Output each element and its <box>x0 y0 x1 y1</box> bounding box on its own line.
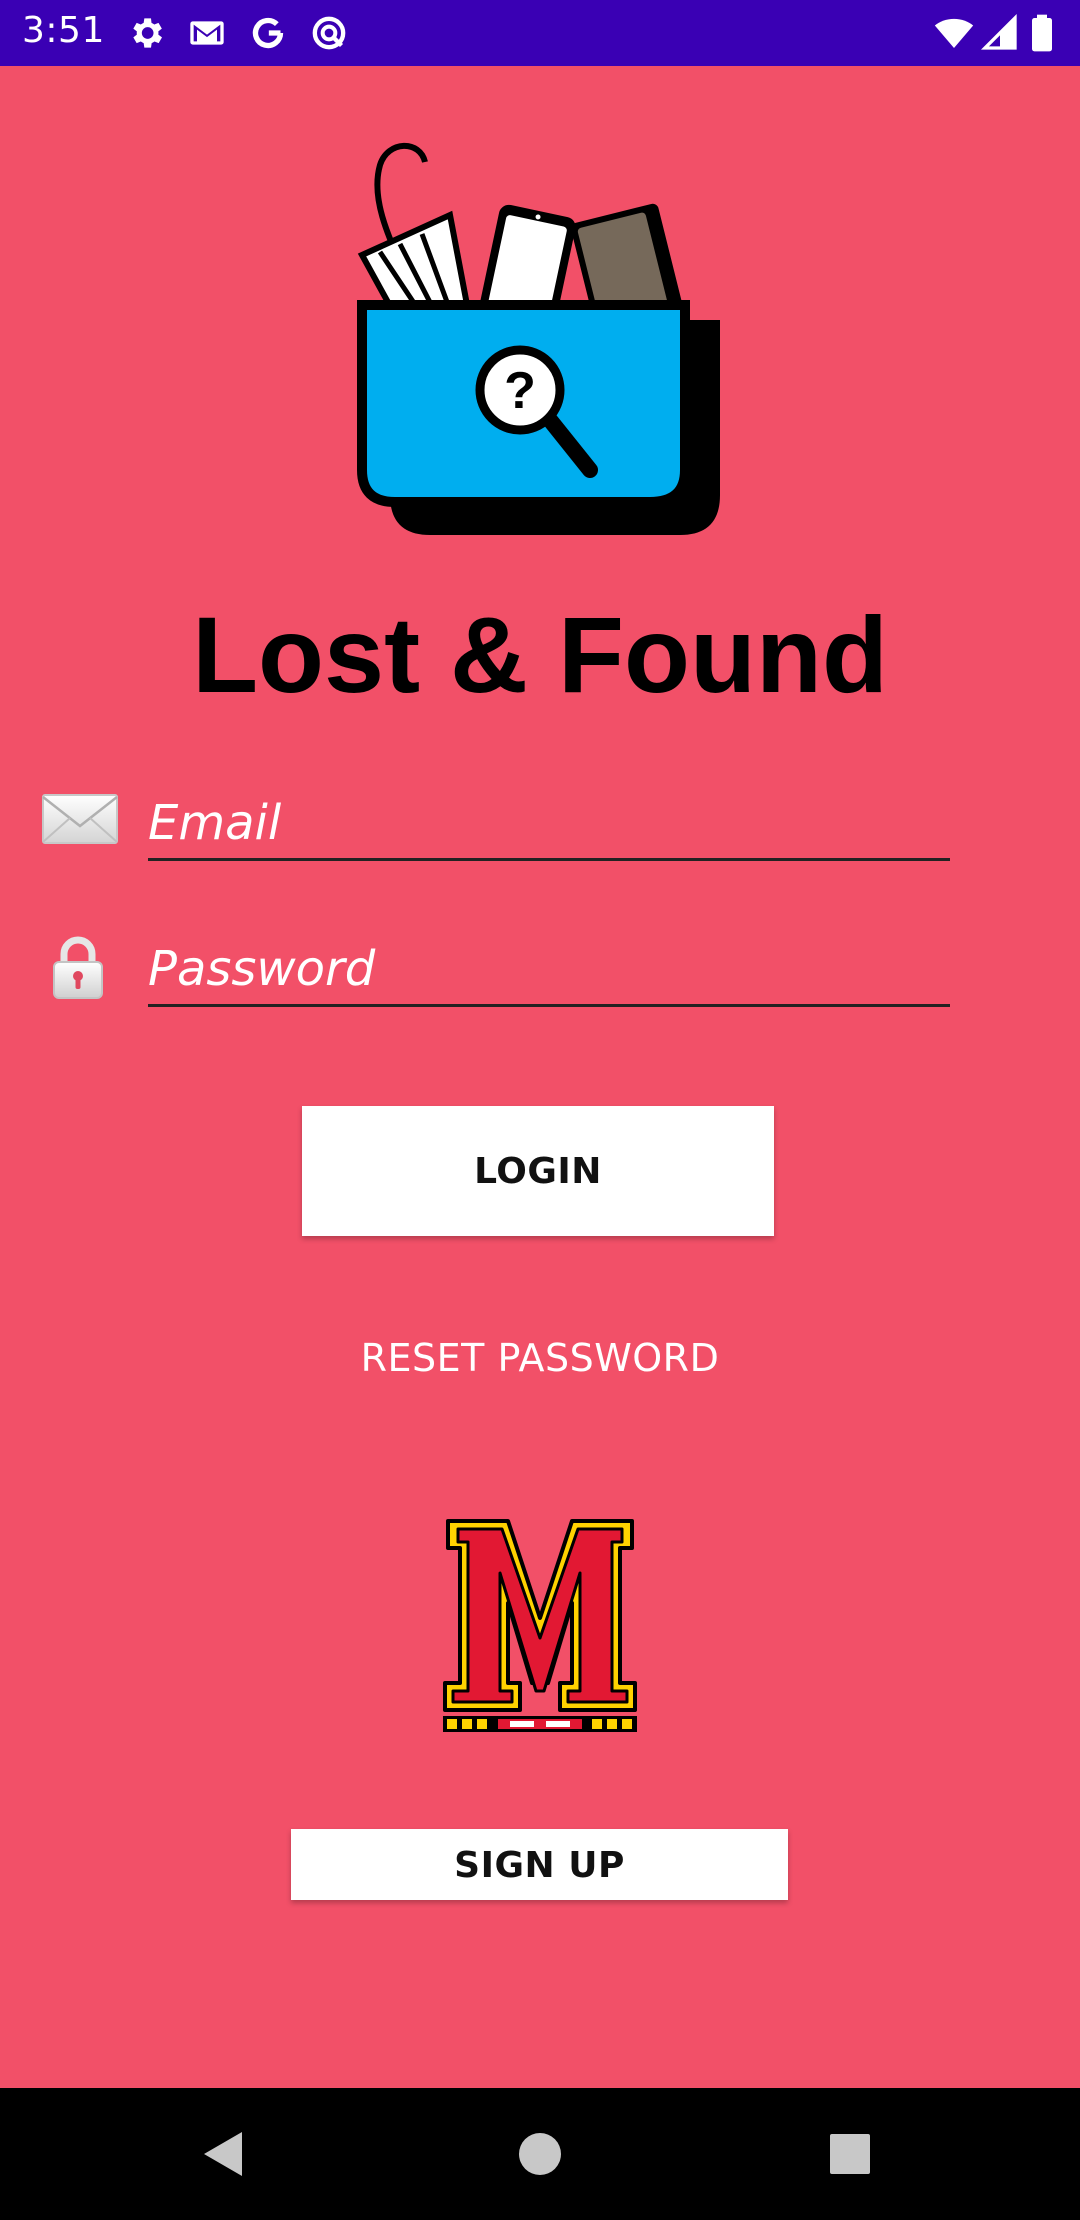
svg-text:?: ? <box>504 362 536 420</box>
status-time: 3:51 <box>22 10 105 51</box>
login-button[interactable]: LOGIN <box>302 1106 774 1236</box>
battery-icon <box>1028 13 1058 53</box>
login-screen: 3:51 ? Lost & Found Email LOGIN RESET PA… <box>0 0 1080 2220</box>
back-icon[interactable] <box>196 2124 256 2184</box>
lock-icon <box>40 934 116 1000</box>
vpn-icon <box>309 13 349 53</box>
recents-icon[interactable] <box>820 2124 880 2184</box>
signal-icon <box>980 13 1020 53</box>
envelope-icon <box>40 790 120 850</box>
google-icon <box>248 13 288 53</box>
university-logo <box>440 1518 640 1738</box>
gmail-icon <box>187 13 227 53</box>
home-icon[interactable] <box>510 2124 570 2184</box>
app-logo: ? <box>350 140 730 540</box>
status-bar: 3:51 <box>0 0 1080 66</box>
app-title: Lost & Found <box>192 594 888 715</box>
email-field[interactable] <box>148 788 950 861</box>
password-field[interactable] <box>148 934 950 1007</box>
navigation-bar <box>0 2088 1080 2220</box>
reset-password-link[interactable]: RESET PASSWORD <box>0 1336 1080 1380</box>
wifi-icon <box>934 13 974 53</box>
gear-icon <box>126 13 166 53</box>
signup-button[interactable]: SIGN UP <box>291 1829 788 1900</box>
